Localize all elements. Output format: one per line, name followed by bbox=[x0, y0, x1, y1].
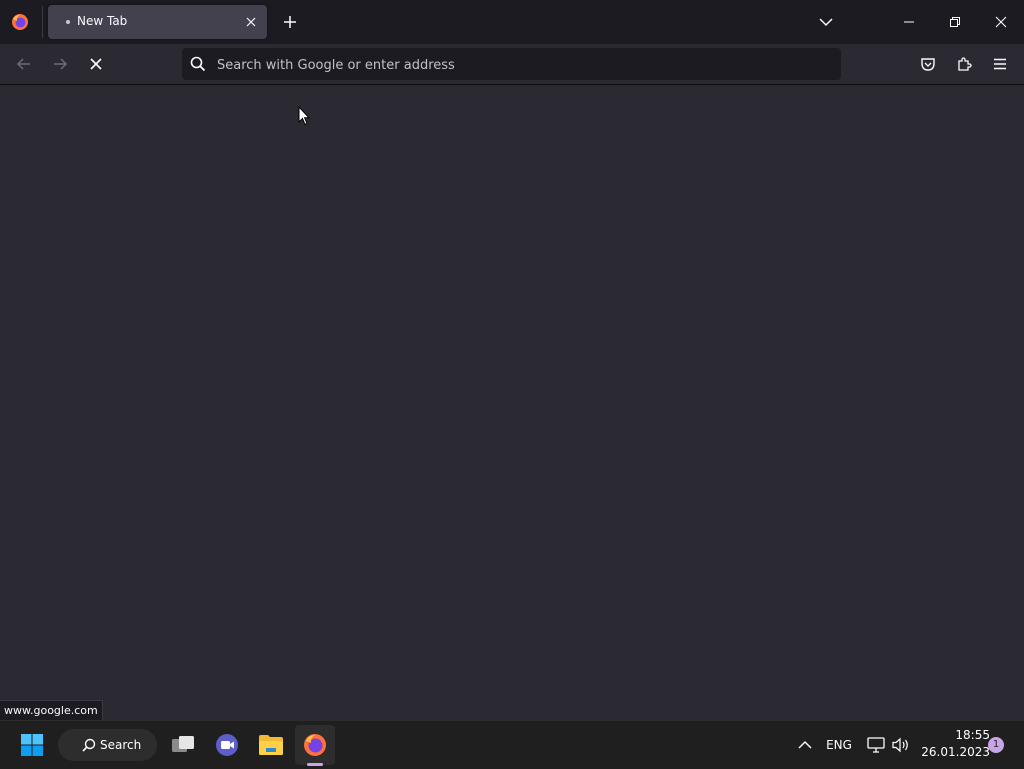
network-button[interactable] bbox=[864, 721, 888, 769]
address-bar[interactable] bbox=[182, 48, 841, 80]
taskbar-search-label: Search bbox=[100, 738, 142, 752]
task-view-icon bbox=[172, 736, 194, 752]
firefox-icon bbox=[304, 734, 326, 756]
tab-separator bbox=[42, 6, 43, 38]
tab-close-button[interactable] bbox=[241, 12, 261, 32]
hamburger-icon bbox=[994, 58, 1006, 70]
restore-icon bbox=[950, 17, 960, 27]
tab-new-tab[interactable]: New Tab bbox=[48, 5, 267, 39]
plus-icon bbox=[284, 16, 296, 28]
task-view-button[interactable] bbox=[163, 725, 203, 765]
close-icon bbox=[995, 16, 1007, 28]
search-icon bbox=[82, 738, 96, 752]
close-window-button[interactable] bbox=[978, 0, 1024, 44]
network-icon bbox=[867, 737, 885, 753]
notification-badge[interactable]: 1 bbox=[988, 737, 1004, 753]
tab-strip: New Tab bbox=[0, 0, 1024, 44]
input-language-indicator[interactable]: ENG bbox=[822, 721, 856, 769]
pocket-icon bbox=[921, 58, 935, 71]
page-content[interactable] bbox=[0, 85, 1024, 720]
chat-icon bbox=[216, 734, 238, 756]
address-input[interactable] bbox=[215, 53, 829, 77]
application-menu-button[interactable] bbox=[986, 50, 1014, 78]
stop-button[interactable] bbox=[82, 50, 110, 78]
clock-button[interactable]: 18:55 26.01.2023 bbox=[916, 727, 990, 761]
arrow-left-icon bbox=[16, 58, 30, 70]
mouse-cursor-icon bbox=[298, 106, 310, 126]
chevron-down-icon bbox=[819, 18, 833, 27]
taskbar-search-button[interactable]: Search bbox=[58, 729, 157, 761]
chevron-up-icon bbox=[798, 741, 812, 749]
firefox-view-button[interactable] bbox=[6, 8, 34, 36]
windows-logo-icon bbox=[21, 734, 43, 756]
minimize-icon bbox=[904, 21, 914, 23]
puzzle-icon bbox=[958, 57, 972, 71]
active-app-indicator bbox=[307, 763, 323, 766]
close-icon bbox=[246, 17, 256, 27]
firefox-taskbar-button[interactable] bbox=[295, 725, 335, 765]
file-explorer-button[interactable] bbox=[251, 725, 291, 765]
back-button[interactable] bbox=[10, 50, 38, 78]
new-tab-button[interactable] bbox=[278, 10, 302, 34]
teams-chat-button[interactable] bbox=[207, 725, 247, 765]
firefox-icon bbox=[12, 14, 28, 30]
show-hidden-icons-button[interactable] bbox=[794, 721, 816, 769]
loading-dot-icon bbox=[66, 20, 70, 24]
clock-time: 18:55 bbox=[955, 728, 990, 742]
folder-icon bbox=[259, 735, 283, 755]
extensions-button[interactable] bbox=[950, 50, 978, 78]
volume-button[interactable] bbox=[890, 721, 912, 769]
speaker-icon bbox=[892, 737, 908, 753]
stop-icon bbox=[90, 58, 102, 70]
start-button[interactable] bbox=[12, 725, 52, 765]
clock-date: 26.01.2023 bbox=[921, 745, 990, 759]
link-status-tooltip: www.google.com bbox=[0, 700, 103, 722]
taskbar: Search ENG 18:55 26.01.2023 1 bbox=[0, 720, 1024, 769]
navigation-toolbar bbox=[0, 44, 1024, 85]
arrow-right-icon bbox=[54, 58, 68, 70]
forward-button[interactable] bbox=[46, 50, 74, 78]
save-to-pocket-button[interactable] bbox=[914, 50, 942, 78]
restore-button[interactable] bbox=[932, 0, 978, 44]
tab-title: New Tab bbox=[77, 14, 128, 28]
list-all-tabs-button[interactable] bbox=[814, 10, 838, 34]
search-icon bbox=[190, 56, 206, 72]
minimize-button[interactable] bbox=[886, 0, 932, 44]
